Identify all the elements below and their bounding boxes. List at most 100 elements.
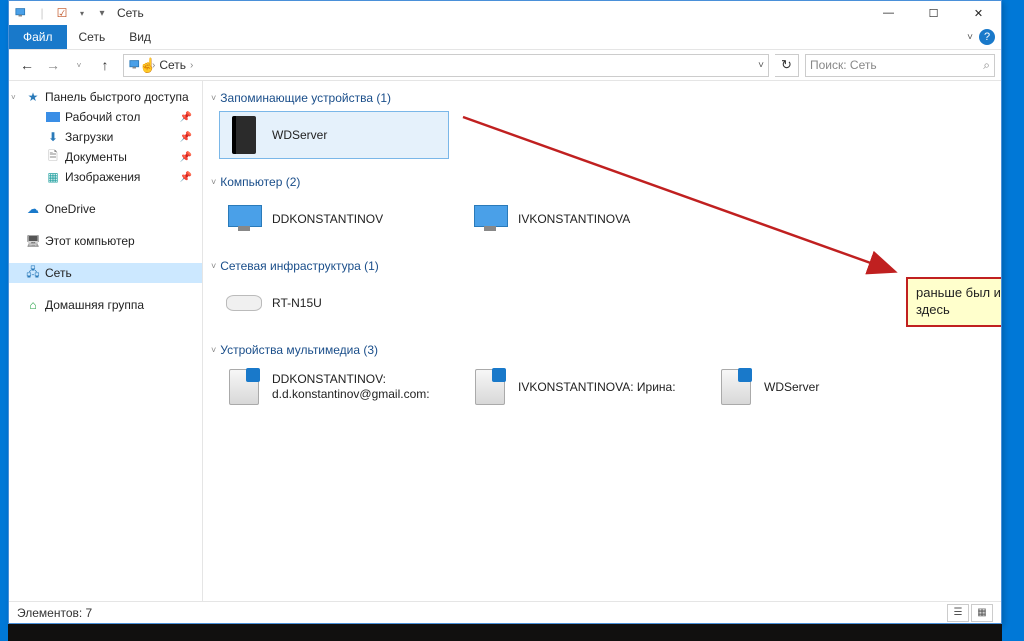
search-box[interactable]: ⌕ [805, 54, 995, 77]
tile-ivkonstantinova[interactable]: IVKONSTANTINOVA [465, 195, 695, 243]
nav-this-pc[interactable]: 🖥 Этот компьютер [9, 231, 202, 251]
network-icon: 🖧 [25, 265, 41, 281]
media-device-icon [224, 367, 264, 407]
file-tab[interactable]: Файл [9, 25, 67, 49]
nav-onedrive[interactable]: ☁OneDrive [9, 199, 202, 219]
forward-button[interactable]: → [41, 53, 65, 77]
window-title: Сеть [117, 6, 144, 20]
tile-wdserver-storage[interactable]: WDServer [219, 111, 449, 159]
nav-label: Сеть [45, 266, 72, 280]
refresh-button[interactable]: ↻ [775, 54, 799, 77]
tile-media-dd[interactable]: DDKONSTANTINOV: d.d.konstantinov@gmail.c… [219, 363, 449, 411]
nav-label: Панель быстрого доступа [45, 90, 189, 104]
content-pane: ˅Запоминающие устройства (1) WDServer ˅К… [203, 81, 1001, 601]
router-icon [224, 283, 264, 323]
breadcrumb-separator: › [152, 60, 155, 71]
download-icon: ⬇ [45, 129, 61, 145]
group-header-infrastructure[interactable]: ˅ Сетевая инфраструктура (1) [211, 255, 993, 277]
nav-label: Домашняя группа [45, 298, 144, 312]
nav-desktop[interactable]: Рабочий стол 📌 [9, 107, 202, 127]
minimize-button[interactable]: — [866, 1, 911, 25]
document-icon: 🗎 [45, 149, 61, 165]
search-input[interactable] [810, 58, 983, 72]
ribbon-expand-icon[interactable]: ˅ [967, 32, 973, 43]
title-bar: | ☑ ▾ ▾ Сеть — ☐ ✕ [9, 1, 1001, 25]
tile-label: DDKONSTANTINOV: d.d.konstantinov@gmail.c… [272, 372, 444, 402]
pin-icon: 📌 [180, 152, 192, 163]
up-button[interactable]: ↑ [93, 53, 117, 77]
address-bar[interactable]: › Сеть › ˅ [123, 54, 769, 77]
recent-locations-icon[interactable]: ˅ [67, 53, 91, 77]
breadcrumb-separator[interactable]: › [190, 60, 193, 71]
tile-label: DDKONSTANTINOV [272, 212, 383, 227]
chevron-down-icon: ˅ [211, 93, 216, 103]
properties-icon[interactable]: ☑ [53, 4, 71, 22]
homegroup-icon: ⌂ [25, 297, 41, 313]
group-title: Сетевая инфраструктура (1) [220, 259, 379, 273]
help-icon[interactable]: ? [979, 29, 995, 45]
tab-view[interactable]: Вид [117, 25, 163, 49]
nav-homegroup[interactable]: ⌂ Домашняя группа [9, 295, 202, 315]
nav-documents[interactable]: 🗎 Документы 📌 [9, 147, 202, 167]
search-icon[interactable]: ⌕ [983, 58, 990, 73]
view-details-button[interactable]: ☰ [947, 604, 969, 622]
navigation-pane: ˅★Панель быстрого доступа Рабочий стол📌 … [9, 81, 203, 601]
group-title: Запоминающие устройства (1) [220, 91, 391, 105]
tile-media-wd[interactable]: WDServer [711, 363, 941, 411]
quick-access-toolbar: | ☑ ▾ ▾ [9, 4, 111, 22]
pin-icon: 📌 [180, 112, 192, 123]
tile-label: RT-N15U [272, 296, 322, 311]
taskbar [8, 624, 1002, 641]
onedrive-icon: ☁ [25, 201, 41, 217]
tab-network[interactable]: Сеть [67, 25, 118, 49]
tile-label: WDServer [272, 128, 327, 143]
ribbon-tabs: Файл Сеть Вид ˅ ? [9, 25, 1001, 49]
close-button[interactable]: ✕ [956, 1, 1001, 25]
tile-router[interactable]: RT-N15U [219, 279, 449, 327]
nav-label: Рабочий стол [65, 110, 140, 124]
view-tiles-button[interactable]: ▦ [971, 604, 993, 622]
computer-icon [224, 199, 264, 239]
group-storage: ˅ Запоминающие устройства (1) WDServer [211, 87, 993, 167]
tile-label: IVKONSTANTINOVA [518, 212, 630, 227]
annotation-callout: раньше был и здесь [906, 277, 1001, 327]
qat-customize-icon[interactable]: ▾ [93, 4, 111, 22]
storage-icon [224, 115, 264, 155]
chevron-down-icon[interactable]: ˅ [11, 93, 16, 102]
pictures-icon: ▦ [45, 169, 61, 185]
pc-icon: 🖥 [25, 233, 41, 249]
group-header-media[interactable]: ˅Устройства мультимедиа (3) [211, 339, 993, 361]
media-device-icon [470, 367, 510, 407]
nav-label: Документы [65, 150, 127, 164]
chevron-down-icon: ˅ [211, 261, 216, 271]
group-header-storage[interactable]: ˅ Запоминающие устройства (1) [211, 87, 993, 109]
status-count: Элементов: 7 [17, 606, 92, 620]
breadcrumb-network[interactable]: Сеть [159, 58, 186, 72]
back-button[interactable]: ← [15, 53, 39, 77]
status-bar: Элементов: 7 ☰ ▦ [9, 601, 1001, 623]
group-header-computer[interactable]: ˅Компьютер (2) [211, 171, 993, 193]
navigation-row: ← → ˅ ↑ › Сеть › ˅ ↻ ⌕ [9, 49, 1001, 81]
group-title: Компьютер (2) [220, 175, 300, 189]
body: ˅★Панель быстрого доступа Рабочий стол📌 … [9, 81, 1001, 601]
tile-media-iv[interactable]: IVKONSTANTINOVA: Ирина: [465, 363, 695, 411]
maximize-button[interactable]: ☐ [911, 1, 956, 25]
nav-label: Изображения [65, 170, 140, 184]
window-controls: — ☐ ✕ [866, 1, 1001, 25]
nav-label: Этот компьютер [45, 234, 135, 248]
explorer-window: | ☑ ▾ ▾ Сеть — ☐ ✕ Файл Сеть Вид ˅ ? ← →… [8, 0, 1002, 624]
computer-icon [470, 199, 510, 239]
nav-network[interactable]: 🖧 Сеть [9, 263, 202, 283]
address-dropdown-icon[interactable]: ˅ [758, 60, 764, 71]
nav-pictures[interactable]: ▦Изображения📌 [9, 167, 202, 187]
annotation-text: раньше был и здесь [916, 285, 1001, 317]
star-icon: ★ [25, 89, 41, 105]
tile-ddkonstantinov[interactable]: DDKONSTANTINOV [219, 195, 449, 243]
nav-quick-access[interactable]: ˅ ★ Панель быстрого доступа [9, 87, 202, 107]
separator-icon: | [33, 4, 51, 22]
qat-dropdown-icon[interactable]: ▾ [73, 4, 91, 22]
tile-label: IVKONSTANTINOVA: Ирина: [518, 380, 676, 395]
media-device-icon [716, 367, 756, 407]
nav-downloads[interactable]: ⬇Загрузки📌 [9, 127, 202, 147]
chevron-down-icon: ˅ [211, 345, 216, 355]
